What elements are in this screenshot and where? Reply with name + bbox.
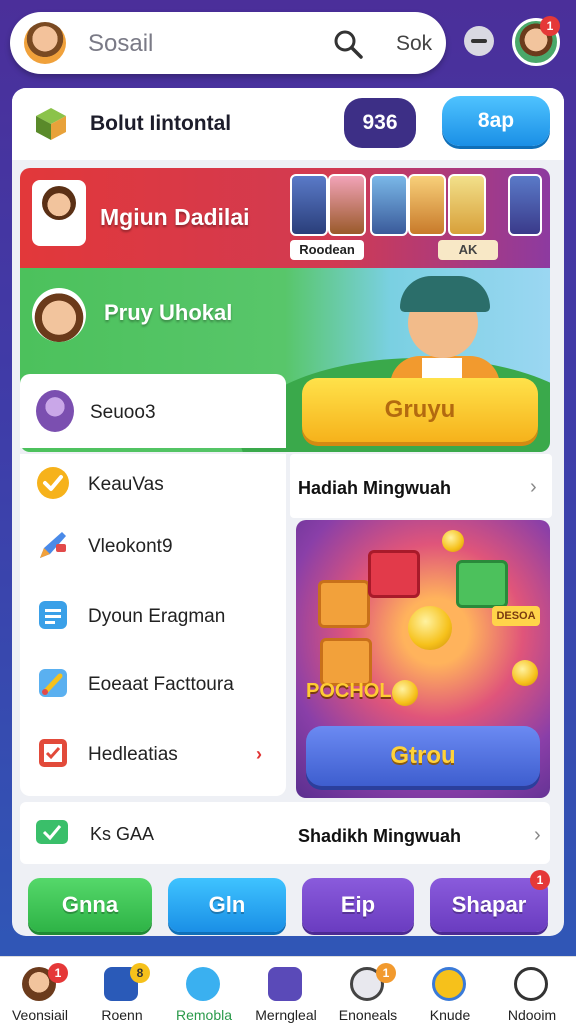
nav-label: Knude — [429, 1007, 471, 1023]
row-title: Bolut Iintontal — [90, 112, 232, 135]
main-panel: Bolut Iintontal 936 8ap Mgiun Dadilai Ro… — [12, 88, 564, 936]
document-icon — [39, 601, 67, 629]
chevron-right-icon: › — [534, 824, 541, 846]
nav-item-ndooim[interactable]: Ndooim — [492, 963, 572, 1024]
coin-icon — [392, 680, 418, 706]
action-button-2[interactable]: Gln — [168, 878, 286, 932]
thumbnail[interactable] — [448, 174, 486, 236]
list-item-label: Hedleatias — [88, 744, 178, 765]
nav-label: Merngleal — [255, 1007, 317, 1023]
nav-badge: 1 — [48, 963, 68, 983]
notification-badge: 1 — [530, 870, 550, 890]
weekly-reward-row[interactable]: Hadiah Mingwuah › — [290, 454, 552, 518]
search-button[interactable]: Sok — [396, 32, 432, 56]
list-item-label: Eoeaat Facttoura — [88, 674, 234, 695]
coin-icon — [408, 606, 452, 650]
weekly-reward-label: Hadiah Mingwuah — [298, 478, 451, 498]
chevron-right-icon: › — [530, 476, 537, 498]
list-item-label: Vleokont9 — [88, 536, 173, 557]
thumbnail-label: Roodean — [290, 240, 364, 260]
app-button[interactable]: 8ap — [442, 96, 550, 146]
gift-icon — [456, 560, 508, 608]
bottom-nav: 1 Veonsiail 8 Roenn Remobla Merngleal 1 … — [0, 956, 576, 1024]
player-avatar — [32, 288, 86, 342]
list-item[interactable]: Hedleatias › — [20, 724, 286, 784]
location-pin-icon — [186, 967, 220, 1001]
nav-item-knude[interactable]: Knude — [410, 963, 490, 1024]
bottom-row-title: Shadikh Mingwuah — [298, 826, 462, 846]
primary-button[interactable]: Gruyu — [302, 378, 538, 442]
search-card[interactable]: Seuoo3 — [20, 374, 286, 448]
top-bar: Sosail Sok 1 — [0, 0, 576, 84]
nav-label: Remobla — [175, 1007, 233, 1023]
nav-label: Ndooim — [507, 1007, 557, 1023]
coin-icon — [512, 660, 538, 686]
thumbnail[interactable] — [508, 174, 542, 236]
reward-card[interactable]: DESOA POCHOL Gtrou — [296, 520, 550, 798]
action-button-1[interactable]: Gnna — [28, 878, 152, 932]
lightbulb-icon — [432, 967, 466, 1001]
search-bar[interactable]: Sosail Sok — [10, 12, 446, 74]
user-icon — [514, 967, 548, 1001]
list-item-label: KeauVas — [88, 474, 164, 495]
gift-icon — [320, 638, 372, 686]
notification-badge: 1 — [540, 16, 560, 36]
nav-item-enoneals[interactable]: 1 Enoneals — [328, 963, 408, 1024]
promo-text: POCHOL — [306, 680, 392, 702]
nav-label: Veonsiail — [11, 1007, 69, 1023]
bottom-row-label: Ks GAA — [90, 824, 155, 844]
chevron-right-icon: › — [256, 744, 262, 764]
gift-icon — [368, 550, 420, 598]
coin-icon — [442, 530, 464, 552]
list-item[interactable]: Eoeaat Facttoura — [20, 654, 286, 714]
nav-badge: 8 — [130, 963, 150, 983]
action-button-3[interactable]: Eip — [302, 878, 414, 932]
menu-list: KeauVas Vleokont9 Dyoun Eragman Eoeaat F… — [20, 454, 286, 796]
avatar[interactable] — [24, 22, 66, 64]
box-icon — [36, 108, 66, 140]
banner-title: Mgiun Dadilai — [100, 204, 250, 230]
checkmark-badge-icon — [268, 967, 302, 1001]
nav-item-remobla[interactable]: Remobla — [164, 963, 244, 1024]
featured-banner[interactable]: Mgiun Dadilai Roodean AK — [20, 168, 550, 268]
thumbnail[interactable] — [408, 174, 446, 236]
claim-button[interactable]: Gtrou — [306, 726, 540, 786]
list-item[interactable]: Vleokont9 — [20, 516, 286, 576]
search-card-label: Seuoo3 — [90, 402, 156, 423]
nav-item-room[interactable]: 8 Roenn — [82, 963, 162, 1024]
thumbnail[interactable] — [370, 174, 408, 236]
thumbnail[interactable] — [328, 174, 366, 236]
check-icon — [37, 467, 69, 499]
nav-badge: 1 — [376, 963, 396, 983]
gift-icon — [318, 580, 370, 628]
list-item-label: Dyoun Eragman — [88, 606, 226, 627]
nav-item-social[interactable]: 1 Veonsiail — [0, 963, 80, 1024]
nav-label: Enoneals — [338, 1007, 398, 1023]
hood-avatar-icon — [36, 390, 74, 432]
nav-item-merngleal[interactable]: Merngleal — [246, 963, 326, 1024]
list-item[interactable]: Dyoun Eragman — [20, 586, 286, 646]
action-button-4[interactable]: Shapar — [430, 878, 548, 932]
hero-title: Pruy Uhokal — [104, 300, 233, 325]
thumbnail-label: AK — [438, 240, 498, 260]
bottom-row[interactable]: Ks GAA Shadikh Mingwuah › — [20, 802, 550, 864]
search-icon[interactable] — [332, 28, 364, 60]
minimize-icon[interactable] — [464, 26, 494, 56]
counter-pill[interactable]: 936 — [344, 98, 416, 148]
search-input[interactable]: Sosail — [88, 30, 153, 58]
pencil-icon — [40, 532, 66, 558]
teacher-avatar — [32, 180, 86, 246]
list-item[interactable]: KeauVas — [20, 454, 286, 514]
thumbnail[interactable] — [290, 174, 328, 236]
top-row: Bolut Iintontal 936 8ap — [12, 88, 564, 160]
brush-icon — [39, 669, 67, 697]
nav-label: Roenn — [101, 1007, 143, 1023]
thumbnail-strip: Roodean AK — [290, 174, 550, 260]
checklist-icon — [39, 739, 67, 767]
reward-tag: DESOA — [492, 606, 540, 626]
ticket-icon — [36, 820, 68, 844]
action-buttons: Gnna Gln Eip Shapar 1 — [12, 870, 564, 936]
